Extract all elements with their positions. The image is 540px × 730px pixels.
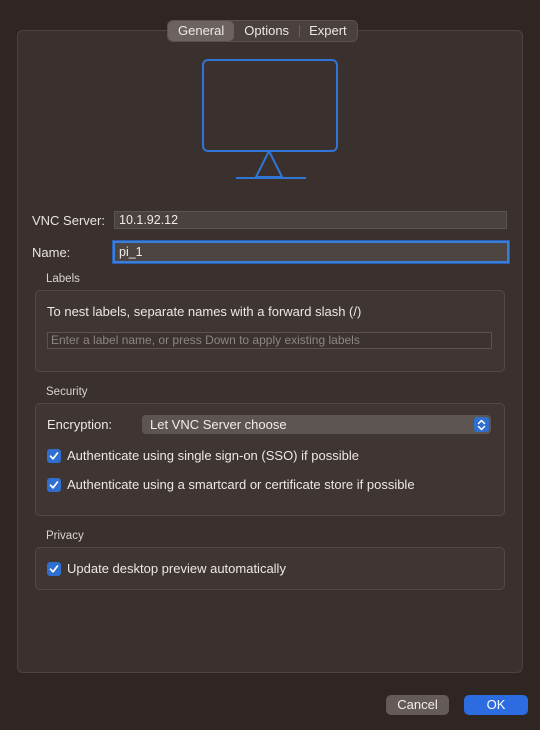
monitor-icon: [202, 59, 338, 179]
encryption-select-value: Let VNC Server choose: [150, 417, 287, 432]
sso-option[interactable]: Authenticate using single sign-on (SSO) …: [47, 448, 359, 463]
sso-option-label: Authenticate using single sign-on (SSO) …: [67, 448, 359, 463]
smartcard-option-label: Authenticate using a smartcard or certif…: [67, 477, 415, 492]
tab-general[interactable]: General: [168, 21, 235, 41]
tab-expert[interactable]: Expert: [299, 21, 357, 41]
cancel-button[interactable]: Cancel: [386, 695, 449, 715]
sso-checkbox[interactable]: [47, 448, 61, 463]
vnc-connection-properties-dialog: General Options Expert VNC Server: 10.1.…: [0, 0, 540, 730]
labels-box: [35, 290, 505, 372]
tab-options[interactable]: Options: [234, 21, 299, 41]
preview-option[interactable]: Update desktop preview automatically: [47, 561, 286, 576]
checkmark-icon: [49, 451, 59, 460]
smartcard-option[interactable]: Authenticate using a smartcard or certif…: [47, 477, 415, 492]
encryption-label: Encryption:: [47, 417, 113, 432]
preview-option-label: Update desktop preview automatically: [67, 561, 286, 576]
name-field[interactable]: pi_1: [113, 241, 509, 263]
security-section-title: Security: [46, 386, 88, 398]
privacy-section-title: Privacy: [46, 530, 84, 542]
tab-bar: General Options Expert: [167, 20, 358, 42]
checkmark-icon: [49, 564, 59, 573]
chevron-up-down-icon: [474, 417, 489, 432]
vnc-server-field[interactable]: 10.1.92.12: [114, 211, 507, 229]
label-input[interactable]: Enter a label name, or press Down to app…: [47, 332, 492, 349]
smartcard-checkbox[interactable]: [47, 477, 61, 492]
preview-checkbox[interactable]: [47, 561, 61, 576]
labels-section-title: Labels: [46, 273, 80, 285]
name-label: Name:: [32, 245, 71, 260]
labels-hint: To nest labels, separate names with a fo…: [47, 304, 362, 319]
checkmark-icon: [49, 480, 59, 489]
encryption-select[interactable]: Let VNC Server choose: [142, 415, 491, 434]
vnc-server-label: VNC Server:: [32, 213, 105, 228]
ok-button[interactable]: OK: [464, 695, 528, 715]
